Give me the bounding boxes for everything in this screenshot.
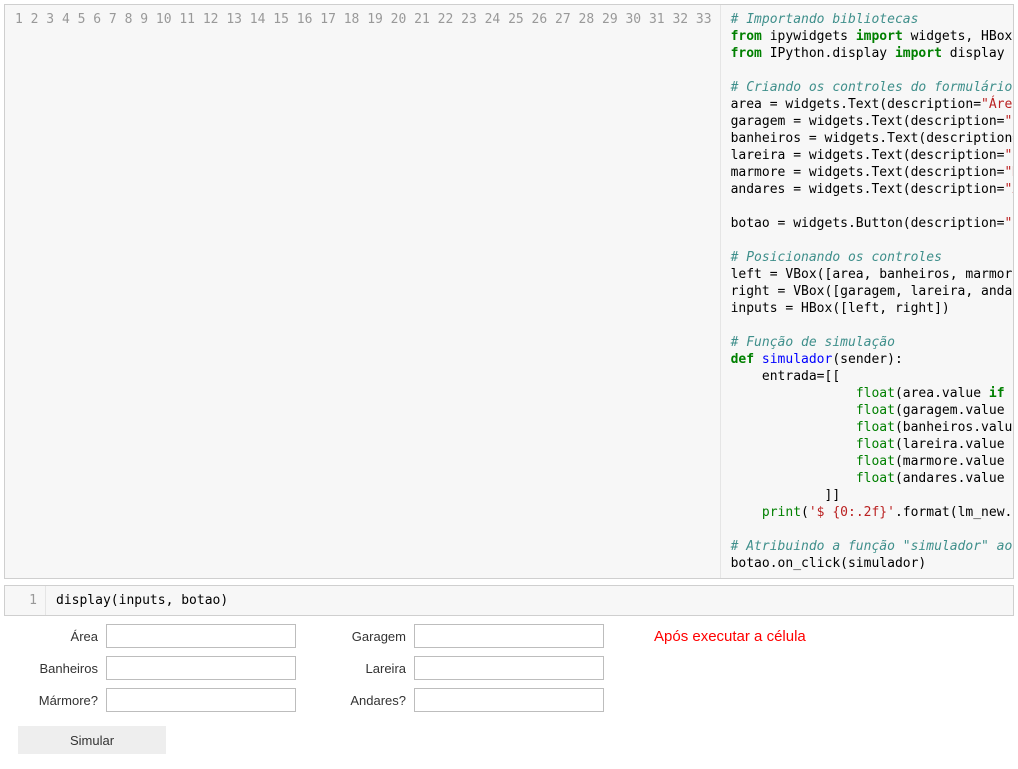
widget-label: Área xyxy=(18,629,106,644)
widget-text-input[interactable] xyxy=(106,624,296,648)
widget-text-input[interactable] xyxy=(414,624,604,648)
widget-text-input[interactable] xyxy=(106,656,296,680)
line-number-gutter: 1 2 3 4 5 6 7 8 9 10 11 12 13 14 15 16 1… xyxy=(5,5,721,578)
code-area[interactable]: # Importando bibliotecas from ipywidgets… xyxy=(721,5,1013,578)
widget-row: Mármore? xyxy=(18,688,296,712)
widget-label: Andares? xyxy=(326,693,414,708)
output-area: Área Banheiros Mármore? Garagem Lareira Anda… xyxy=(18,624,1010,754)
widget-label: Mármore? xyxy=(18,693,106,708)
widget-label: Banheiros xyxy=(18,661,106,676)
line-number-gutter: 1 xyxy=(5,586,46,615)
simular-button[interactable]: Simular xyxy=(18,726,166,754)
annotation-text: Após executar a célula xyxy=(634,624,806,645)
code-cell-2: 1 display(inputs, botao) xyxy=(4,585,1014,616)
widget-label: Garagem xyxy=(326,629,414,644)
right-vbox: Garagem Lareira Andares? xyxy=(326,624,604,712)
inputs-hbox: Área Banheiros Mármore? Garagem Lareira Anda… xyxy=(18,624,1010,712)
left-vbox: Área Banheiros Mármore? xyxy=(18,624,296,712)
widget-label: Lareira xyxy=(326,661,414,676)
widget-row: Área xyxy=(18,624,296,648)
widget-text-input[interactable] xyxy=(414,688,604,712)
widget-row: Lareira xyxy=(326,656,604,680)
code-area[interactable]: display(inputs, botao) xyxy=(46,586,1013,615)
widget-row: Garagem xyxy=(326,624,604,648)
code-cell-1: 1 2 3 4 5 6 7 8 9 10 11 12 13 14 15 16 1… xyxy=(4,4,1014,579)
widget-row: Andares? xyxy=(326,688,604,712)
widget-row: Banheiros xyxy=(18,656,296,680)
widget-text-input[interactable] xyxy=(106,688,296,712)
widget-text-input[interactable] xyxy=(414,656,604,680)
